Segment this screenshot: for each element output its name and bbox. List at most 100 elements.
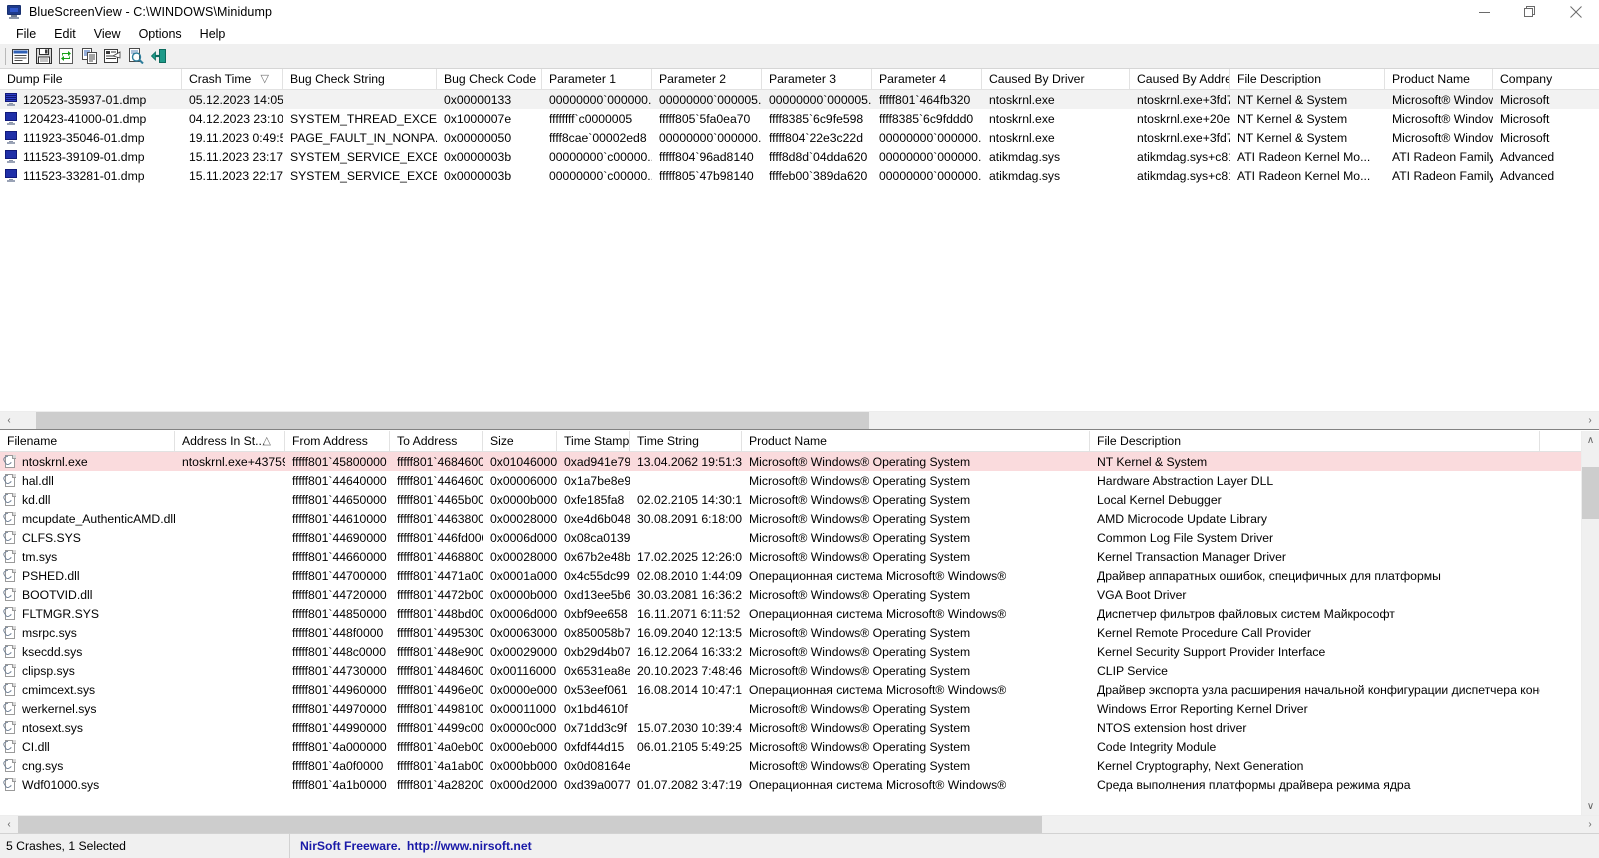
menu-help[interactable]: Help — [191, 26, 235, 42]
refresh-icon[interactable] — [55, 45, 78, 67]
crash-list-column-header[interactable]: Parameter 2 — [652, 69, 762, 89]
crash-list-column-header[interactable]: Parameter 4 — [872, 69, 982, 89]
crash-list-column-header[interactable]: File Description — [1230, 69, 1385, 89]
cell-text: Kernel Transaction Manager Driver — [1097, 549, 1286, 564]
cell-text: werkernel.sys — [22, 701, 97, 716]
cell-text: 0x0000b000 — [490, 587, 557, 602]
options-icon[interactable] — [101, 45, 124, 67]
maximize-button[interactable] — [1507, 0, 1553, 24]
vscroll-thumb[interactable] — [1581, 467, 1599, 519]
table-row[interactable]: PSHED.dll fffff801`44700000 fffff801`4471a… — [0, 566, 1581, 585]
table-row[interactable]: hal.dll fffff801`44640000 fffff801`4464600… — [0, 471, 1581, 490]
table-row[interactable]: cng.sys fffff801`4a0f0000 fffff801`4a1ab00… — [0, 756, 1581, 775]
driver-list-column-header[interactable]: Time Stamp — [557, 431, 630, 451]
menu-options[interactable]: Options — [130, 26, 191, 42]
cell-text: 13.04.2062 19:51:37 — [637, 454, 742, 469]
table-row[interactable]: BOOTVID.dll fffff801`44720000 fffff801`447… — [0, 585, 1581, 604]
nirsoft-url-link[interactable]: http://www.nirsoft.net — [407, 839, 532, 853]
table-row[interactable]: 111523-33281-01.dmp 15.11.2023 22:17:25 SY… — [0, 166, 1599, 185]
cell-text: fffff804`96ad8140 — [659, 149, 754, 164]
minimize-button[interactable] — [1461, 0, 1507, 24]
table-row[interactable]: 111923-35046-01.dmp 19.11.2023 0:49:51 PAG… — [0, 128, 1599, 147]
table-row[interactable]: 120523-35937-01.dmp 05.12.2023 14:05:03 0x… — [0, 90, 1599, 109]
driver-list-column-header[interactable]: From Address — [285, 431, 390, 451]
cell-text: 00000000`000000... — [879, 130, 982, 145]
crash-list-column-header[interactable]: Crash Time ▽ — [182, 69, 283, 89]
cell-text: Kernel Security Support Provider Interfa… — [1097, 644, 1326, 659]
driver-list-column-header[interactable]: Filename — [0, 431, 175, 451]
driver-list-column-header[interactable]: Size — [483, 431, 557, 451]
exit-icon[interactable] — [147, 45, 170, 67]
driver-hscroll-right-arrow[interactable]: › — [1581, 815, 1599, 833]
save-icon[interactable] — [32, 45, 55, 67]
crash-list-hscrollbar[interactable]: ‹ › — [0, 411, 1599, 429]
copy-icon[interactable] — [78, 45, 101, 67]
vscroll-up-arrow[interactable]: ∧ — [1582, 431, 1599, 449]
table-row[interactable]: FLTMGR.SYS fffff801`44850000 fffff801`448b… — [0, 604, 1581, 623]
hscroll-left-arrow[interactable]: ‹ — [0, 411, 18, 429]
crash-list-column-header[interactable]: Bug Check Code — [437, 69, 542, 89]
hscroll-track[interactable] — [18, 411, 1581, 429]
cell-text: 00000000`000005... — [769, 92, 872, 107]
crash-list-column-header[interactable]: Caused By Address — [1130, 69, 1230, 89]
table-row[interactable]: ntosext.sys fffff801`44990000 fffff801`449… — [0, 718, 1581, 737]
cell-text: 15.11.2023 22:17:25 — [189, 168, 283, 183]
cell-text: ATI Radeon Family — [1392, 168, 1493, 183]
driver-hscroll-thumb[interactable] — [18, 815, 1042, 833]
crash-list-column-header[interactable]: Parameter 1 — [542, 69, 652, 89]
close-button[interactable] — [1553, 0, 1599, 24]
vscroll-down-arrow[interactable]: ∨ — [1582, 797, 1599, 815]
cell-filename: PSHED.dll — [0, 568, 175, 583]
table-row[interactable]: 111523-39109-01.dmp 15.11.2023 23:17:44 SY… — [0, 147, 1599, 166]
hscroll-right-arrow[interactable]: › — [1581, 411, 1599, 429]
table-row[interactable]: mcupdate_AuthenticAMD.dll fffff801`446100… — [0, 509, 1581, 528]
table-row[interactable]: msrpc.sys fffff801`448f0000 fffff801`44953… — [0, 623, 1581, 642]
cell-product-name: Операционная система Microsoft® Windows® — [742, 778, 1090, 792]
cell-text: Microsoft® Windows® Operating System — [749, 625, 971, 640]
table-row[interactable]: CLFS.SYS fffff801`44690000 fffff801`446fd0… — [0, 528, 1581, 547]
cell-text: fffff801`44850000 — [292, 606, 387, 621]
crash-list-column-header[interactable]: Bug Check String — [283, 69, 437, 89]
table-row[interactable]: werkernel.sys fffff801`44970000 fffff801`4… — [0, 699, 1581, 718]
driver-list-column-header[interactable]: Product Name — [742, 431, 1090, 451]
driver-list-column-header[interactable]: File Description — [1090, 431, 1540, 451]
crash-list-column-header[interactable]: Company — [1493, 69, 1599, 89]
vscroll-track[interactable] — [1581, 449, 1599, 797]
cell-text: 0x0000b000 — [490, 492, 557, 507]
cell-filename: kd.dll — [0, 492, 175, 507]
driver-hscroll-left-arrow[interactable]: ‹ — [0, 815, 18, 833]
menu-edit[interactable]: Edit — [45, 26, 85, 42]
table-row[interactable]: Wdf01000.sys fffff801`4a1b0000 fffff801`4a… — [0, 775, 1581, 794]
table-row[interactable]: clipsp.sys fffff801`44730000 fffff801`4484… — [0, 661, 1581, 680]
hscroll-thumb[interactable] — [36, 411, 869, 429]
crash-list-column-header[interactable]: Caused By Driver — [982, 69, 1130, 89]
table-row[interactable]: cmimcext.sys fffff801`44960000 fffff801`44… — [0, 680, 1581, 699]
crash-list-column-header[interactable]: Product Name — [1385, 69, 1493, 89]
table-row[interactable]: CI.dll fffff801`4a000000 fffff801`4a0eb000… — [0, 737, 1581, 756]
table-row[interactable]: ksecdd.sys fffff801`448c0000 fffff801`448e… — [0, 642, 1581, 661]
menu-view[interactable]: View — [85, 26, 130, 42]
driver-list-vscrollbar[interactable]: ∧ ∨ — [1581, 431, 1599, 815]
cell-text: 0xb29d4b07 — [564, 644, 630, 659]
cell-text: NT Kernel & System — [1237, 130, 1348, 145]
table-row[interactable]: tm.sys fffff801`44660000 fffff801`44688000… — [0, 547, 1581, 566]
driver-list-hscrollbar[interactable]: ‹ › — [0, 815, 1599, 833]
cell-parameter-4: 00000000`000000... — [872, 169, 982, 183]
cell-file-description: NT Kernel & System — [1230, 112, 1385, 126]
driver-list-column-header[interactable]: Address In St... △ — [175, 431, 285, 451]
html-report-icon[interactable] — [124, 45, 147, 67]
table-row[interactable]: ntoskrnl.exe ntoskrnl.exe+437592 fffff801`… — [0, 452, 1581, 471]
menu-file[interactable]: File — [7, 26, 45, 42]
driver-list-column-header[interactable]: Time String — [630, 431, 742, 451]
properties-icon[interactable] — [9, 45, 32, 67]
driver-hscroll-track[interactable] — [18, 815, 1581, 833]
crash-list-column-header[interactable]: Dump File — [0, 69, 182, 89]
column-header-label: File Description — [1237, 72, 1321, 86]
cell-text: 0x1bd4610f — [564, 701, 628, 716]
crash-list-column-header[interactable]: Parameter 3 — [762, 69, 872, 89]
table-row[interactable]: kd.dll fffff801`44650000 fffff801`4465b000… — [0, 490, 1581, 509]
cell-text: 0x00028000 — [490, 549, 557, 564]
cell-product-name: Microsoft® Windows® Operating System — [742, 588, 1090, 602]
table-row[interactable]: 120423-41000-01.dmp 04.12.2023 23:10:17 SY… — [0, 109, 1599, 128]
driver-list-column-header[interactable]: To Address — [390, 431, 483, 451]
